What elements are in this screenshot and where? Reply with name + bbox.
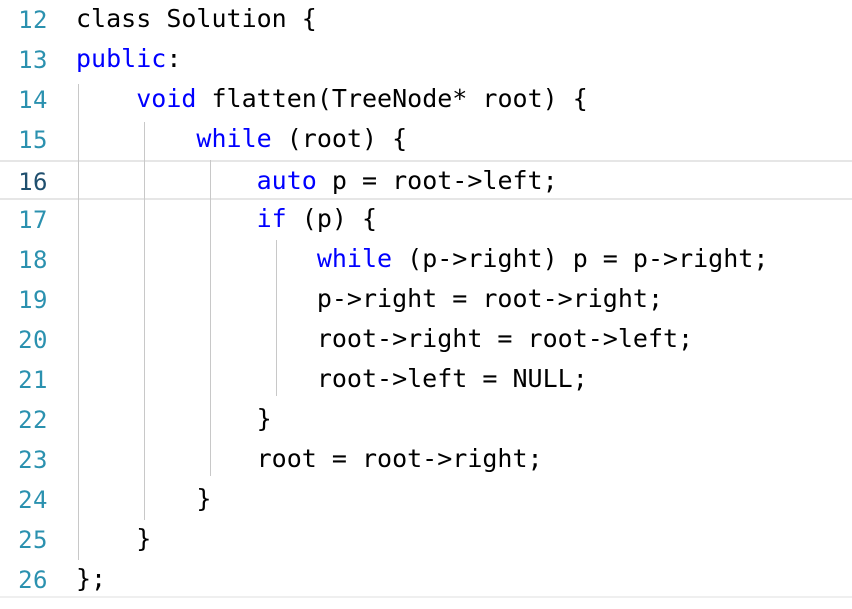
code-line-12[interactable]: 12 class Solution { xyxy=(0,0,852,40)
keyword-token: while xyxy=(316,244,393,273)
line-number: 14 xyxy=(18,86,48,114)
code-token: p = root->left; xyxy=(316,166,558,195)
line-number: 20 xyxy=(18,326,48,354)
code-token: root = root->right; xyxy=(76,444,543,473)
editor-bottom-divider xyxy=(0,596,852,598)
code-line-24[interactable]: 24 } xyxy=(0,480,852,520)
code-token: p->right = root->right; xyxy=(76,284,663,313)
line-number: 17 xyxy=(18,206,48,234)
code-token: } xyxy=(76,404,272,433)
code-line-13[interactable]: 13 public: xyxy=(0,40,852,80)
code-line-15[interactable]: 15 while (root) { xyxy=(0,120,852,160)
line-number: 21 xyxy=(18,366,48,394)
code-token: Solution { xyxy=(151,4,317,33)
indent-guide-class xyxy=(78,84,79,560)
code-line-18[interactable]: 18 while (p->right) p = p->right; xyxy=(0,240,852,280)
code-token: root->left = NULL; xyxy=(76,364,588,393)
line-number: 24 xyxy=(18,486,48,514)
code-token: } xyxy=(76,524,152,553)
code-token: root->right = root->left; xyxy=(76,324,694,353)
code-token: (p->right) p = p->right; xyxy=(392,244,769,273)
line-number: 16 xyxy=(18,168,48,196)
line-number: 18 xyxy=(18,246,48,274)
code-token: : xyxy=(166,44,182,73)
code-text[interactable]: while (p->right) p = p->right; xyxy=(76,244,769,273)
code-token: class xyxy=(76,4,152,33)
keyword-token: while xyxy=(196,124,272,153)
keyword-token: auto xyxy=(256,166,317,195)
indent-guide-function xyxy=(144,122,145,520)
code-token: flatten(TreeNode* root) { xyxy=(196,84,588,113)
line-number: 25 xyxy=(18,526,48,554)
code-text[interactable]: class Solution { xyxy=(76,5,317,33)
code-text[interactable]: void flatten(TreeNode* root) { xyxy=(76,85,588,113)
code-line-16[interactable]: 16 auto p = root->left; xyxy=(0,160,852,200)
code-token: }; xyxy=(76,564,107,593)
code-text[interactable]: } xyxy=(76,405,272,433)
code-line-23[interactable]: 23 root = root->right; xyxy=(0,440,852,480)
code-line-20[interactable]: 20 root->right = root->left; xyxy=(0,320,852,360)
line-number: 15 xyxy=(18,126,48,154)
indent-guide-if xyxy=(276,240,277,396)
line-number: 12 xyxy=(18,6,48,34)
code-editor[interactable]: 12 class Solution { 13 public: 14 void flatt… xyxy=(0,0,852,609)
code-line-21[interactable]: 21 root->left = NULL; xyxy=(0,360,852,400)
code-line-26[interactable]: 26}; xyxy=(0,560,852,600)
code-line-22[interactable]: 22 } xyxy=(0,400,852,440)
code-line-25[interactable]: 25 } xyxy=(0,520,852,560)
code-text[interactable]: while (root) { xyxy=(76,125,407,153)
line-number: 23 xyxy=(18,446,48,474)
line-number: 13 xyxy=(18,46,48,74)
code-text[interactable]: if (p) { xyxy=(76,205,377,233)
keyword-token: void xyxy=(136,84,197,113)
line-number: 26 xyxy=(18,566,48,594)
code-line-17[interactable]: 17 if (p) { xyxy=(0,200,852,240)
code-text[interactable]: public: xyxy=(76,45,181,73)
code-text[interactable]: root->left = NULL; xyxy=(76,365,588,393)
code-line-19[interactable]: 19 p->right = root->right; xyxy=(0,280,852,320)
line-number: 22 xyxy=(18,406,48,434)
indent-guide-while xyxy=(210,160,211,476)
line-number: 19 xyxy=(18,286,48,314)
code-text[interactable]: root->right = root->left; xyxy=(76,325,693,353)
code-text[interactable]: }; xyxy=(76,565,106,593)
code-text[interactable]: auto p = root->left; xyxy=(76,167,558,195)
code-text[interactable]: p->right = root->right; xyxy=(76,285,663,313)
code-line-14[interactable]: 14 void flatten(TreeNode* root) { xyxy=(0,80,852,120)
keyword-token: public xyxy=(76,44,167,73)
keyword-token: if xyxy=(256,204,287,233)
code-text[interactable]: } xyxy=(76,525,151,553)
code-token: (root) { xyxy=(271,124,408,153)
code-token: (p) { xyxy=(286,204,378,233)
code-text[interactable]: root = root->right; xyxy=(76,445,543,473)
